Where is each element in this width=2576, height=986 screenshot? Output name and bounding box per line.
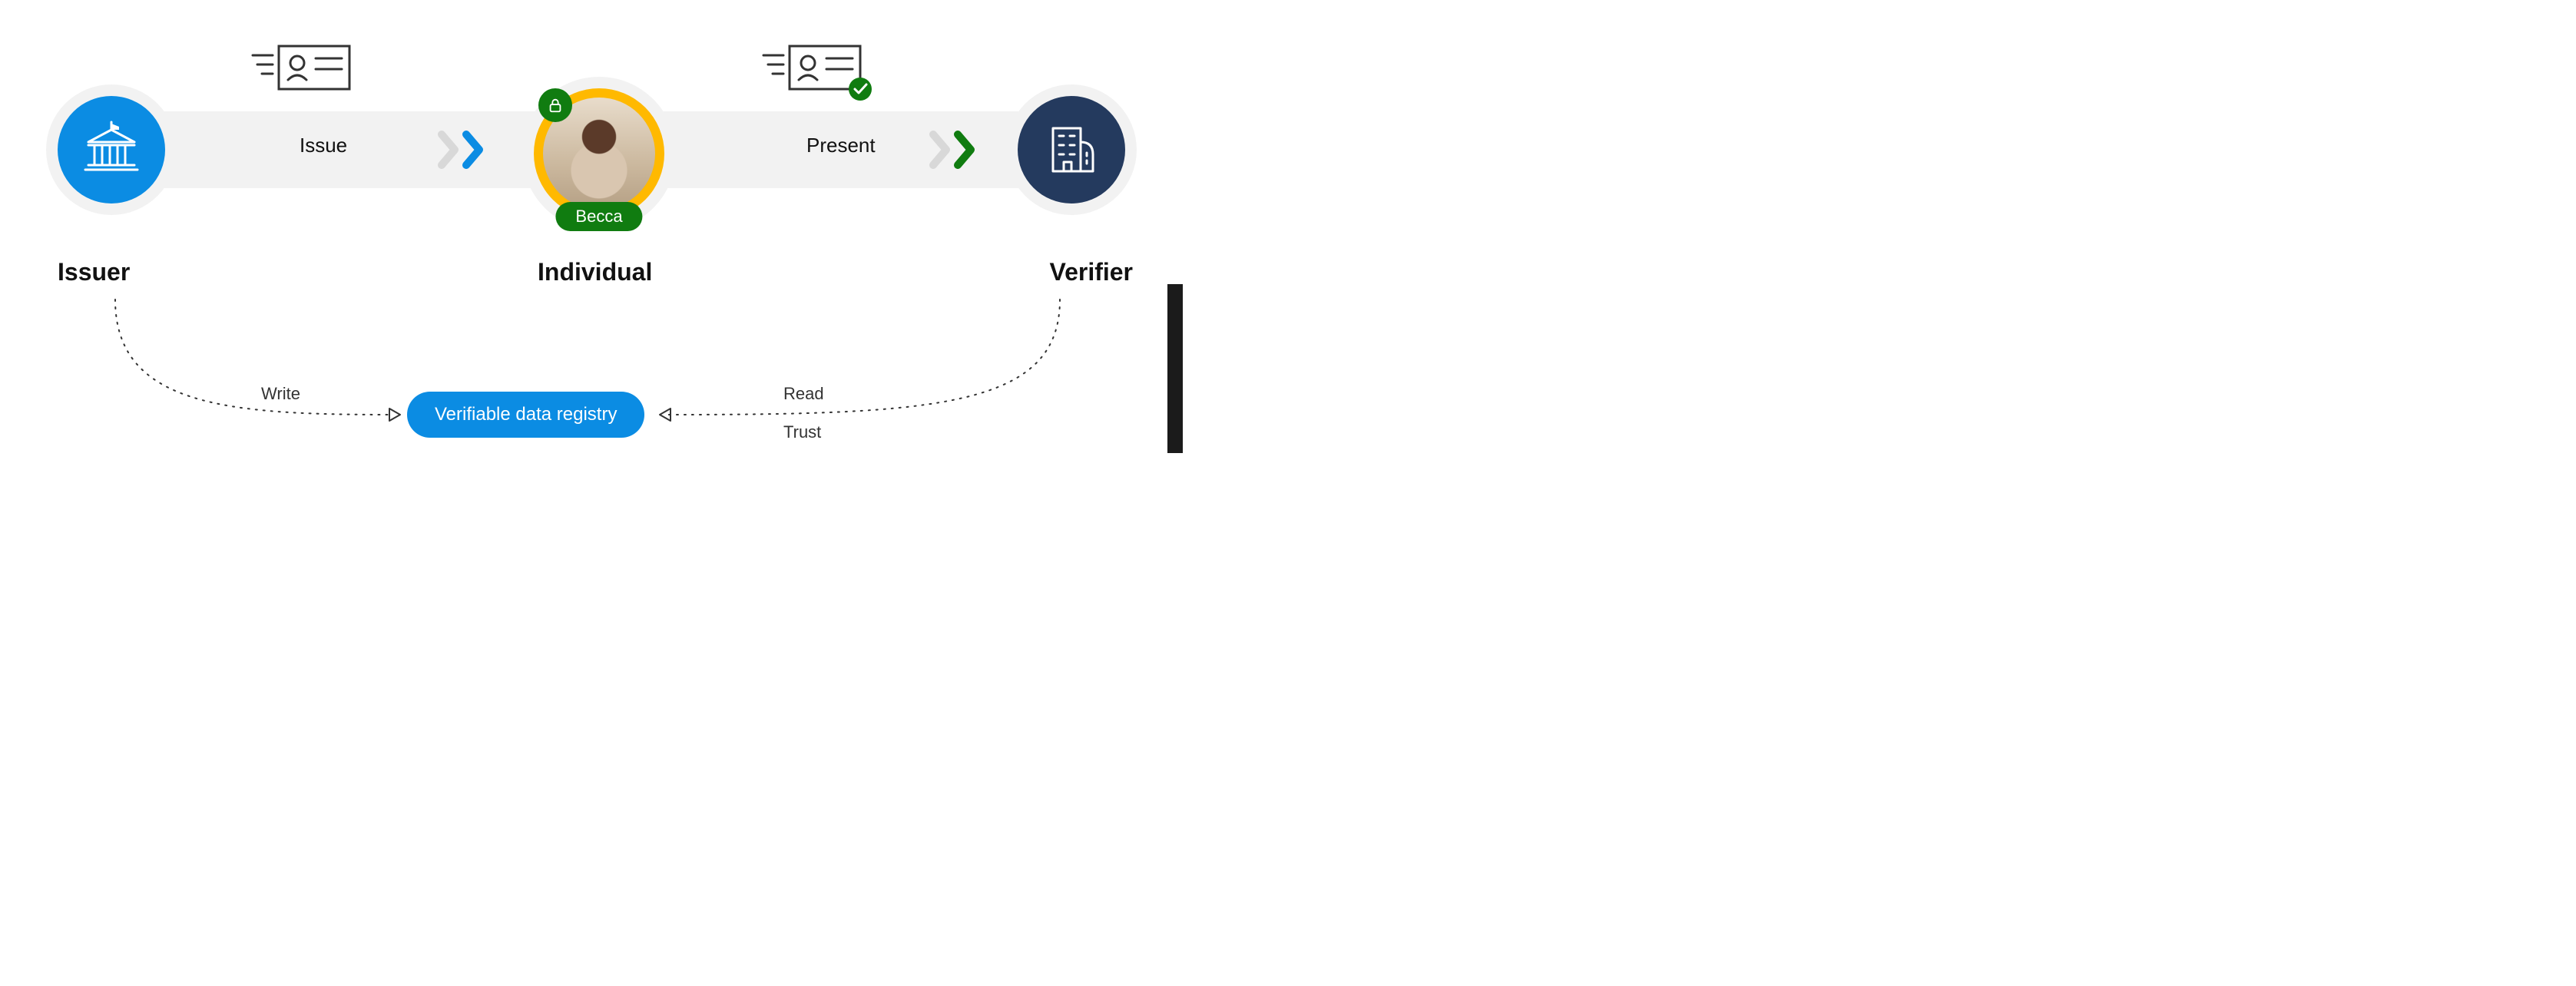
individual-label: Individual	[538, 258, 652, 286]
chevron-right-green-icon	[946, 131, 992, 169]
issuer-circle	[58, 96, 165, 203]
present-flow-label: Present	[806, 134, 876, 157]
trust-label: Trust	[783, 422, 821, 442]
office-building-icon	[1041, 119, 1102, 180]
verifier-entity	[1006, 84, 1137, 215]
arrowhead-right-icon	[388, 407, 403, 422]
credential-card-icon	[250, 38, 357, 104]
write-label: Write	[261, 384, 300, 404]
individual-name-pill: Becca	[555, 202, 642, 231]
individual-entity: Becca	[522, 77, 676, 230]
issuer-entity	[46, 84, 177, 215]
issuer-label: Issuer	[58, 258, 130, 286]
credential-card-verified-icon	[760, 38, 876, 111]
verifier-label: Verifier	[1049, 258, 1133, 286]
edge-strip	[1167, 284, 1183, 453]
registry-pill: Verifiable data registry	[407, 392, 644, 438]
lock-badge	[538, 88, 572, 122]
lock-icon	[547, 97, 564, 114]
government-building-icon	[81, 119, 142, 180]
issue-flow-label: Issue	[300, 134, 347, 157]
arrowhead-left-icon	[657, 407, 672, 422]
individual-avatar-ring: Becca	[534, 88, 664, 219]
verifier-circle	[1018, 96, 1125, 203]
chevron-right-blue-icon	[455, 131, 501, 169]
read-label: Read	[783, 384, 824, 404]
